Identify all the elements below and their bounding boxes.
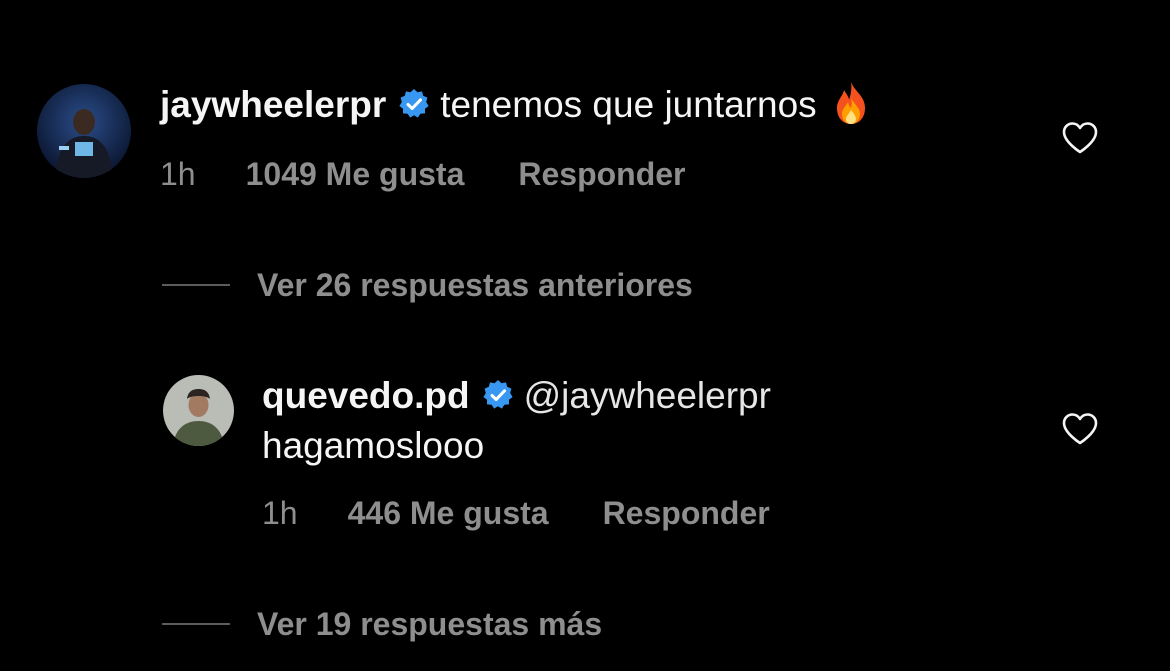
view-previous-replies-label: Ver 26 respuestas anteriores [257, 267, 693, 303]
comment-likes[interactable]: 1049 Me gusta [246, 156, 465, 193]
comment-body: tenemos que juntarnos [440, 84, 817, 125]
reply-likes[interactable]: 446 Me gusta [348, 495, 549, 532]
comment-text: jaywheelerpr tenemos que juntarnos [160, 80, 871, 134]
verified-badge-icon [482, 379, 514, 411]
heart-outline-icon[interactable] [1061, 412, 1099, 446]
comment-time: 1h [160, 156, 196, 192]
reply-body: hagamoslooo [262, 425, 485, 466]
reply-text: quevedo.pd @jaywheelerpr hagamoslooo [262, 371, 771, 471]
comment-meta: 1h 1049 Me gusta Responder [160, 156, 686, 193]
divider-line [162, 623, 230, 625]
reply-button[interactable]: Responder [518, 156, 685, 193]
verified-badge-icon [398, 88, 430, 120]
avatar[interactable] [37, 84, 131, 178]
heart-outline-icon[interactable] [1061, 121, 1099, 155]
reply-time: 1h [262, 495, 298, 531]
mention-link[interactable]: @jaywheelerpr [524, 375, 771, 416]
view-more-replies-label: Ver 19 respuestas más [257, 606, 603, 642]
fire-emoji-icon [831, 80, 871, 126]
reply-meta: 1h 446 Me gusta Responder [262, 495, 770, 532]
reply-username[interactable]: quevedo.pd [262, 375, 470, 416]
avatar[interactable] [163, 375, 234, 446]
divider-line [162, 284, 230, 286]
reply-button[interactable]: Responder [603, 495, 770, 532]
comment-username[interactable]: jaywheelerpr [160, 84, 386, 125]
